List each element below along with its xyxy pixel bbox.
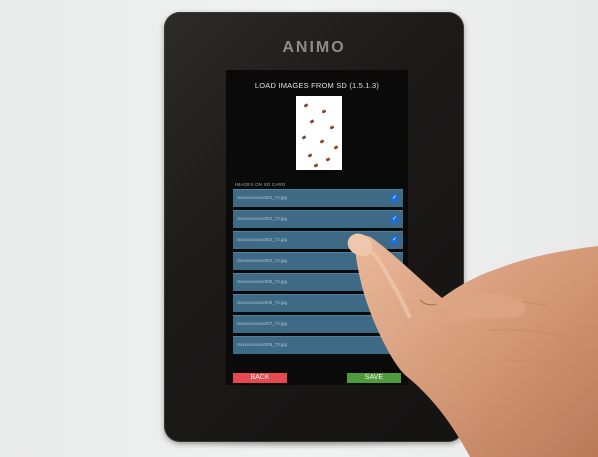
check-icon[interactable]: ✓ [390,341,399,350]
file-row[interactable]: Sxxxxxxxxxxx001_72.jpg ✓ [233,189,403,207]
file-row[interactable]: Sxxxxxxxxxxx005_72.jpg ✓ [233,273,403,291]
file-row[interactable]: Sxxxxxxxxxxx008_72.jpg ✓ [233,336,403,354]
file-row[interactable]: Sxxxxxxxxxxx007_72.jpg ✓ [233,315,403,333]
save-button[interactable]: SAVE [347,373,401,383]
check-icon[interactable]: ✓ [390,320,399,329]
preview-dot [301,135,307,140]
file-row[interactable]: Sxxxxxxxxxxx004_72.jpg ✓ [233,252,403,270]
check-icon[interactable]: ✓ [390,257,399,266]
brand-logo: ANIMO [282,39,346,56]
image-preview [296,96,342,170]
preview-dot [321,109,327,114]
file-name: Sxxxxxxxxxxx005_72.jpg [237,279,288,284]
back-button[interactable]: BACK [233,373,287,383]
file-row[interactable]: Sxxxxxxxxxxx006_72.jpg ✓ [233,294,403,312]
check-icon[interactable]: ✓ [390,299,399,308]
file-row[interactable]: Sxxxxxxxxxxx002_72.jpg ✓ [233,210,403,228]
file-name: Sxxxxxxxxxxx007_72.jpg [237,321,288,326]
preview-dot [325,157,331,162]
check-icon[interactable]: ✓ [390,278,399,287]
animo-device: ANIMO LOAD IMAGES FROM SD (1.5.1.3) IMAG… [164,12,464,442]
file-name: Sxxxxxxxxxxx008_72.jpg [237,342,288,347]
file-list: Sxxxxxxxxxxx001_72.jpg ✓ Sxxxxxxxxxxx002_7… [233,189,403,357]
touch-screen: LOAD IMAGES FROM SD (1.5.1.3) IMAGES ON … [226,70,408,385]
section-label: IMAGES ON SD CARD [235,182,286,187]
file-name: Sxxxxxxxxxxx001_72.jpg [237,195,288,200]
check-icon[interactable]: ✓ [390,215,399,224]
preview-dot [303,103,309,108]
file-name: Sxxxxxxxxxxx002_72.jpg [237,216,288,221]
preview-dot [333,145,339,150]
check-icon[interactable]: ✓ [390,194,399,203]
preview-dot [319,139,325,144]
file-name: Sxxxxxxxxxxx004_72.jpg [237,258,288,263]
file-name: Sxxxxxxxxxxx003_72.jpg [237,237,288,242]
check-icon[interactable]: ✓ [390,236,399,245]
preview-dot [329,125,335,130]
file-name: Sxxxxxxxxxxx006_72.jpg [237,300,288,305]
preview-dot [307,153,313,158]
file-row[interactable]: Sxxxxxxxxxxx003_72.jpg ✓ [233,231,403,249]
preview-dot [313,163,319,168]
screen-title: LOAD IMAGES FROM SD (1.5.1.3) [254,81,380,90]
preview-dot [309,119,315,124]
